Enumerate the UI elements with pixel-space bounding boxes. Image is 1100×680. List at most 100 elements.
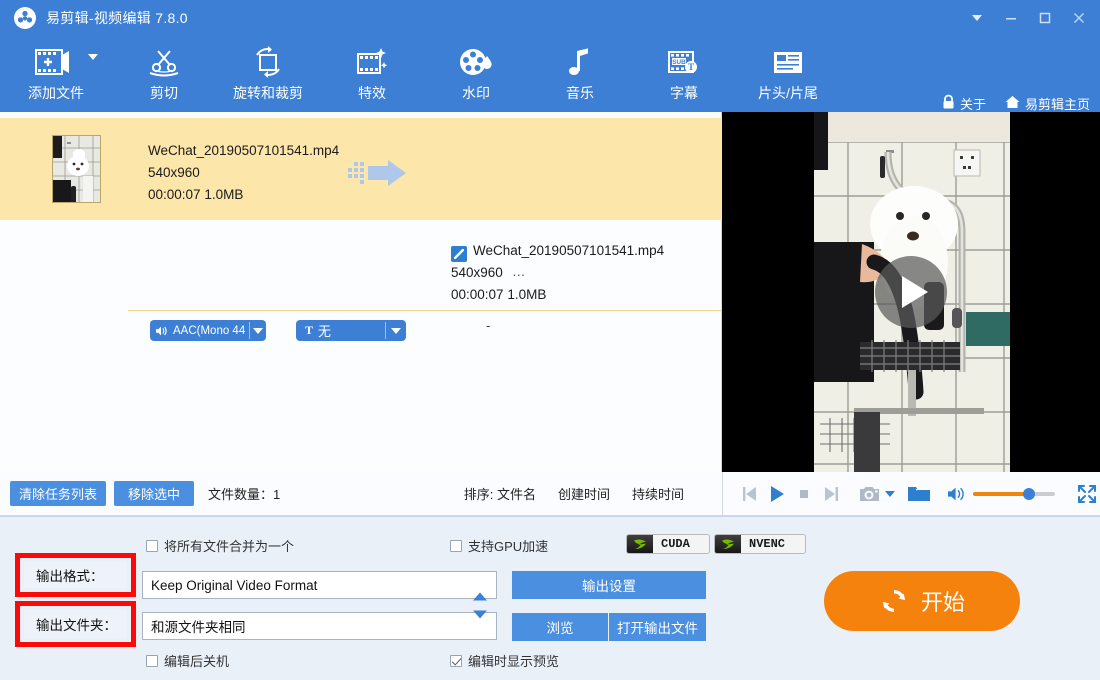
watermark-icon — [456, 42, 496, 82]
shutdown-after-checkbox[interactable] — [146, 654, 158, 667]
effects-icon — [352, 42, 392, 82]
chevron-down-icon[interactable] — [88, 54, 98, 60]
toolbar-item-label: 字幕 — [670, 85, 698, 101]
table-row[interactable]: WeChat_20190507101541.mp4 540x960 00:00:… — [0, 118, 722, 341]
main-toolbar: 添加文件 剪切 旋转和裁剪 特效 水印 音乐 SUB T 字幕 片头/片尾 关于… — [0, 36, 1100, 112]
list-toolbar: 清除任务列表 移除选中 文件数量：1 排序: 文件名 创建时间 持续时间 — [0, 472, 722, 516]
speaker-icon[interactable] — [942, 479, 969, 509]
chevron-up-icon[interactable] — [473, 577, 487, 601]
target-placeholder-dash: - — [486, 318, 491, 333]
close-button[interactable] — [1062, 3, 1096, 33]
sort-by-created-time[interactable]: 创建时间 — [558, 484, 610, 503]
toolbar-item-label: 特效 — [358, 85, 386, 101]
toolbar-item-intro-outro[interactable]: 片头/片尾 — [736, 36, 840, 112]
dropdown-menu-button[interactable] — [960, 3, 994, 33]
target-filename: WeChat_20190507101541.mp4 — [473, 243, 665, 258]
volume-slider-fill — [972, 491, 1028, 496]
shutdown-after-option[interactable]: 编辑后关机 — [146, 651, 229, 670]
video-preview[interactable] — [722, 112, 1100, 472]
shutdown-after-label: 编辑后关机 — [164, 654, 230, 669]
output-format-select[interactable]: Keep Original Video Format — [142, 571, 497, 601]
start-button-label: 开始 — [920, 590, 965, 615]
chevron-down-icon[interactable] — [250, 320, 266, 341]
file-list-panel[interactable]: WeChat_20190507101541.mp4 540x960 00:00:… — [0, 112, 722, 472]
output-folder-select[interactable]: 和源文件夹相同 — [142, 610, 497, 640]
svg-text:T: T — [688, 62, 694, 72]
cuda-badge: CUDA — [626, 534, 710, 554]
skip-next-icon[interactable] — [817, 479, 844, 509]
subtitle-track-selector[interactable]: T 无 — [296, 320, 406, 341]
source-duration-size: 00:00:07 1.0MB — [148, 187, 244, 202]
camera-icon[interactable] — [856, 479, 883, 509]
music-note-icon — [560, 42, 600, 82]
chevron-down-icon[interactable] — [386, 320, 406, 341]
toolbar-item-subtitle[interactable]: SUB T 字幕 — [632, 36, 736, 112]
refresh-icon — [879, 586, 909, 616]
fullscreen-icon[interactable] — [1073, 479, 1100, 509]
window-controls — [960, 0, 1096, 36]
show-preview-option[interactable]: 编辑时显示预览 — [450, 651, 559, 670]
text-T-icon: T — [305, 323, 314, 337]
folder-icon[interactable] — [905, 479, 932, 509]
toolbar-item-watermark[interactable]: 水印 — [424, 36, 528, 112]
browse-button[interactable]: 浏览 — [512, 613, 608, 641]
skip-previous-icon[interactable] — [737, 479, 764, 509]
file-count-label: 文件数量：1 — [208, 487, 281, 502]
start-button[interactable]: 开始 — [824, 571, 1020, 631]
cuda-badge-label: CUDA — [661, 537, 690, 551]
lock-icon — [941, 94, 956, 113]
subtitle-icon: SUB T — [663, 42, 705, 82]
output-folder-value: 和源文件夹相同 — [151, 620, 246, 635]
target-resolution: 540x960 — [451, 265, 503, 280]
sort-by-filename[interactable]: 排序: 文件名 — [464, 484, 536, 503]
about-link[interactable]: 关于 — [941, 94, 986, 113]
volume-slider[interactable] — [972, 487, 1056, 500]
output-settings-button[interactable]: 输出设置 — [512, 571, 706, 599]
target-duration-size: 00:00:07 1.0MB — [451, 287, 547, 302]
chevron-down-icon[interactable] — [883, 479, 897, 509]
rotate-crop-icon — [248, 42, 288, 82]
maximize-button[interactable] — [1028, 3, 1062, 33]
volume-slider-knob[interactable] — [1022, 487, 1035, 500]
chevron-down-icon[interactable] — [473, 610, 487, 634]
clear-task-list-button[interactable]: 清除任务列表 — [10, 481, 107, 506]
output-format-value: Keep Original Video Format — [151, 577, 318, 593]
about-label: 关于 — [959, 97, 986, 112]
output-folder-label-box: 输出文件夹： — [24, 610, 127, 638]
intro-outro-icon — [766, 42, 810, 82]
svg-text:SUB: SUB — [672, 59, 686, 66]
toolbar-item-add-file[interactable]: 添加文件 — [0, 36, 112, 112]
merge-all-option[interactable]: 将所有文件合并为一个 — [146, 536, 294, 555]
gpu-accel-option[interactable]: 支持GPU加速 — [450, 536, 548, 555]
homepage-link[interactable]: 易剪辑主页 — [1004, 94, 1090, 113]
pencil-edit-icon[interactable] — [451, 246, 467, 262]
title-bar: 易剪辑-视频编辑 7.8.0 — [0, 0, 1100, 36]
gpu-accel-label: 支持GPU加速 — [468, 539, 549, 554]
target-more-ellipsis[interactable]: … — [512, 264, 527, 279]
audio-track-selector[interactable]: AAC(Mono 44 — [150, 320, 266, 341]
video-thumbnail — [52, 135, 101, 203]
nvenc-badge: NVENC — [714, 534, 806, 554]
toolbar-item-effects[interactable]: 特效 — [320, 36, 424, 112]
gpu-accel-checkbox[interactable] — [450, 539, 462, 552]
stop-icon[interactable] — [791, 479, 818, 509]
output-format-label: 输出格式： — [36, 569, 104, 584]
open-output-folder-button[interactable]: 打开输出文件 — [609, 613, 706, 641]
source-filename: WeChat_20190507101541.mp4 — [148, 143, 340, 158]
subtitle-track-label: 无 — [318, 324, 332, 339]
remove-selected-button[interactable]: 移除选中 — [114, 481, 195, 506]
toolbar-item-cut[interactable]: 剪切 — [112, 36, 216, 112]
speaker-icon — [155, 325, 168, 337]
play-circle-icon[interactable] — [875, 256, 947, 328]
merge-all-checkbox[interactable] — [146, 539, 158, 552]
play-icon[interactable] — [764, 479, 791, 509]
scissors-icon — [144, 42, 184, 82]
toolbar-item-label: 音乐 — [566, 85, 594, 101]
sort-by-duration[interactable]: 持续时间 — [632, 484, 684, 503]
toolbar-item-music[interactable]: 音乐 — [528, 36, 632, 112]
toolbar-item-rotate-crop[interactable]: 旋转和裁剪 — [216, 36, 320, 112]
minimize-button[interactable] — [994, 3, 1028, 33]
toolbar-item-label: 片头/片尾 — [758, 85, 818, 101]
toolbar-item-label: 添加文件 — [28, 85, 84, 101]
show-preview-checkbox[interactable] — [450, 654, 462, 667]
